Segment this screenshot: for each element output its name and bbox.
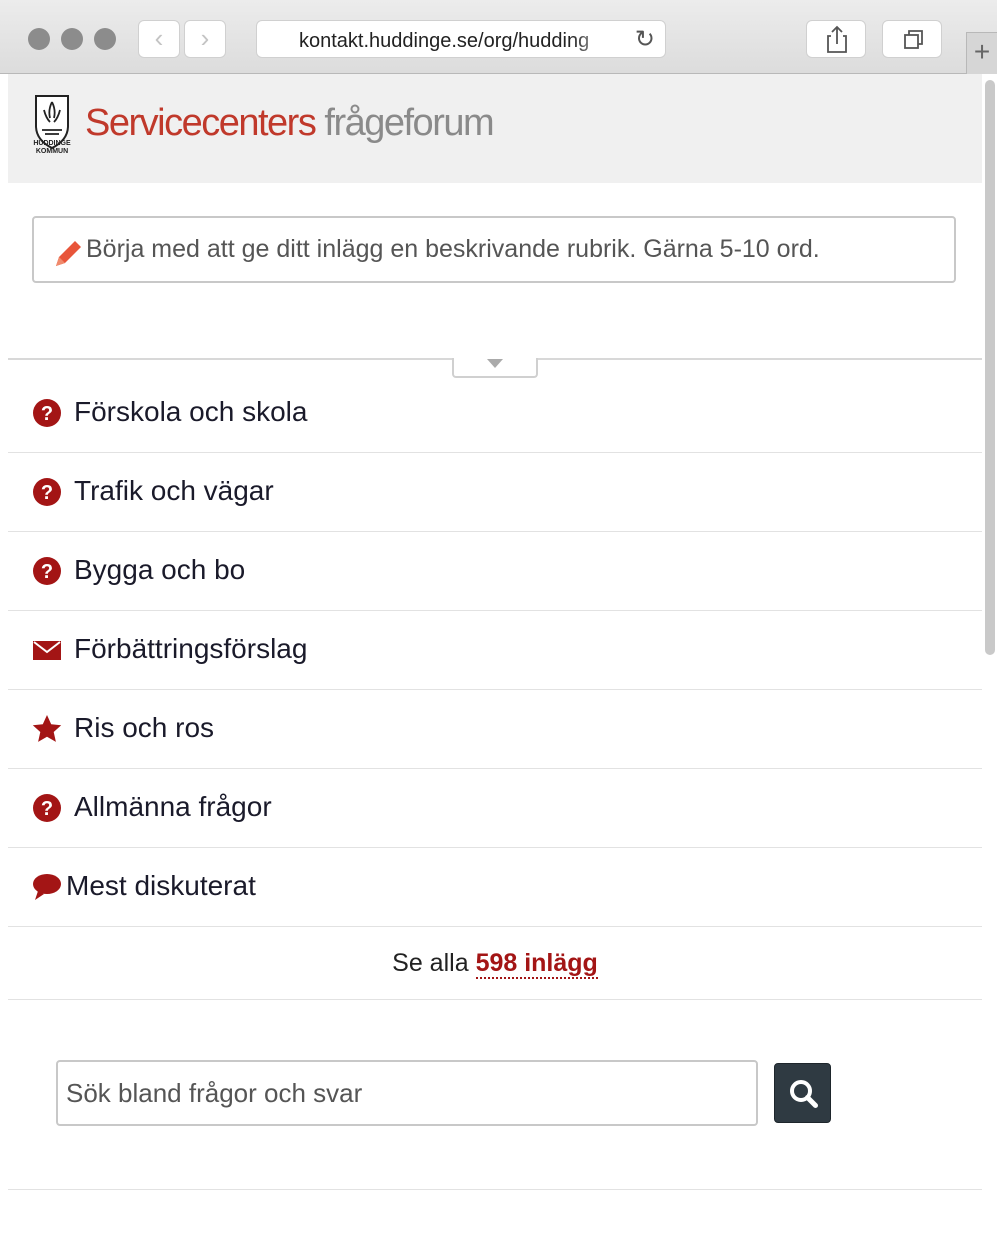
category-label: Trafik och vägar (74, 475, 274, 506)
plus-icon: + (973, 36, 991, 67)
site-title-sub: frågeforum (324, 102, 494, 144)
search-section (8, 1000, 982, 1190)
category-list: ? Förskola och skola ? Trafik och vägar … (8, 374, 982, 927)
category-item-forbattringsforslag[interactable]: Förbättringsförslag (8, 611, 982, 690)
pencil-icon (56, 241, 81, 266)
site-header: HUDDINGE KOMMUN Servicecenters frågeforu… (8, 74, 982, 183)
minimize-window-button[interactable] (61, 28, 83, 50)
category-label: Förskola och skola (74, 396, 308, 427)
svg-text:?: ? (41, 482, 53, 504)
site-title-main: Servicecenters (85, 102, 317, 144)
category-label: Mest diskuterat (66, 870, 256, 901)
reload-icon[interactable]: ↻ (635, 25, 655, 54)
category-label: Ris och ros (74, 712, 215, 743)
browser-toolbar: ‹ › kontakt.huddinge.se/org/hudding ↻ + (0, 0, 997, 74)
category-item-bygga[interactable]: ? Bygga och bo (8, 532, 982, 611)
envelope-icon (33, 641, 61, 660)
tabs-icon (904, 30, 923, 49)
site-title[interactable]: Servicecenters frågeforum (85, 102, 495, 145)
svg-text:?: ? (41, 561, 53, 583)
see-all-posts-link[interactable]: 598 inlägg (475, 949, 598, 979)
search-button[interactable] (774, 1063, 831, 1123)
speech-bubble-icon (33, 874, 61, 900)
forward-button[interactable]: › (184, 20, 226, 58)
page: HUDDINGE KOMMUN Servicecenters frågeforu… (8, 74, 982, 1259)
question-circle-icon: ? (33, 478, 61, 506)
search-icon (790, 1080, 818, 1108)
svg-text:?: ? (41, 403, 53, 425)
post-title-input[interactable] (86, 218, 946, 281)
new-post-box (32, 216, 956, 283)
share-button[interactable] (806, 20, 866, 58)
category-label: Förbättringsförslag (74, 633, 308, 664)
question-circle-icon: ? (33, 399, 61, 427)
address-bar[interactable]: kontakt.huddinge.se/org/hudding ↻ (256, 20, 666, 58)
category-item-allmanna-fragor[interactable]: ? Allmänna frågor (8, 769, 982, 848)
category-label: Allmänna frågor (74, 791, 272, 822)
question-circle-icon: ? (33, 794, 61, 822)
share-icon (827, 25, 847, 53)
category-item-mest-diskuterat[interactable]: Mest diskuterat (8, 848, 982, 927)
back-button[interactable]: ‹ (138, 20, 180, 58)
address-url: kontakt.huddinge.se/org/hudding (299, 30, 590, 52)
chevron-left-icon: ‹ (154, 23, 164, 53)
see-all-prefix: Se alla (392, 949, 469, 977)
search-input[interactable] (56, 1060, 758, 1126)
chevron-right-icon: › (200, 23, 210, 53)
star-icon (32, 715, 62, 742)
category-item-ris-och-ros[interactable]: Ris och ros (8, 690, 982, 769)
zoom-window-button[interactable] (94, 28, 116, 50)
svg-text:?: ? (41, 798, 53, 820)
new-tab-button[interactable]: + (966, 32, 997, 74)
logo-text: HUDDINGE KOMMUN (33, 140, 71, 155)
page-scrollbar[interactable] (985, 80, 995, 655)
category-item-trafik[interactable]: ? Trafik och vägar (8, 453, 982, 532)
chevron-down-icon (487, 359, 503, 368)
see-all-posts: Se alla 598 inlägg (8, 927, 982, 1000)
question-circle-icon: ? (33, 557, 61, 585)
category-label: Bygga och bo (74, 554, 246, 585)
close-window-button[interactable] (28, 28, 50, 50)
category-item-forskola[interactable]: ? Förskola och skola (8, 374, 982, 453)
tabs-overview-button[interactable] (882, 20, 942, 58)
